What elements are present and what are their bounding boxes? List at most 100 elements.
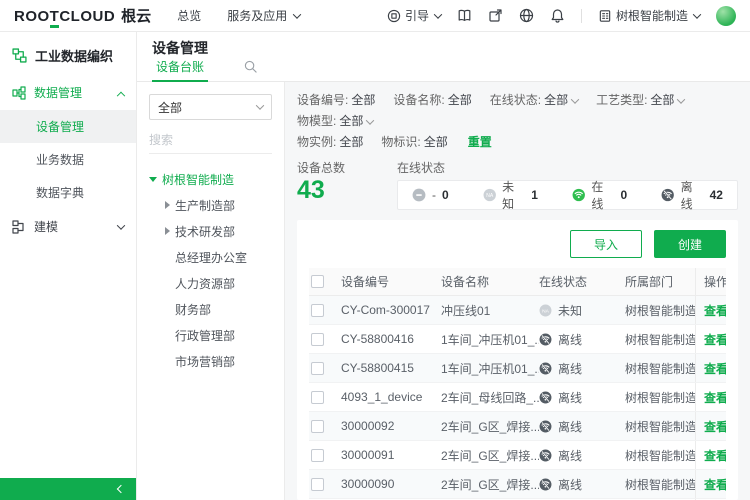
- cell-status: 离线: [539, 447, 625, 464]
- row-checkbox[interactable]: [311, 333, 324, 346]
- nav-overview[interactable]: 总览: [177, 7, 201, 24]
- docs-button[interactable]: [457, 8, 472, 23]
- cell-device-name: 2车间_G区_焊接...: [441, 447, 539, 464]
- user-avatar[interactable]: [716, 6, 736, 26]
- status-offline-icon: [661, 188, 674, 202]
- cell-status: 离线: [539, 418, 625, 435]
- device-total: 设备总数 43: [297, 159, 397, 204]
- workspace-button[interactable]: [488, 8, 503, 23]
- filter-item[interactable]: 物标识:全部: [381, 135, 447, 149]
- status-online-icon: [572, 188, 585, 202]
- status-offline-icon: [539, 333, 552, 346]
- chevron-down-icon: [256, 101, 264, 109]
- sidebar-item-business-data[interactable]: 业务数据: [0, 143, 136, 176]
- sidebar-item-data-dictionary[interactable]: 数据字典: [0, 176, 136, 209]
- sidebar-collapse-bar[interactable]: [0, 478, 136, 500]
- row-checkbox[interactable]: [311, 304, 324, 317]
- view-link[interactable]: 查看: [704, 331, 726, 348]
- status-offline-icon: [539, 391, 552, 404]
- stats-row: 设备总数 43 在线状态 -0NA未知1在线0离线42: [297, 159, 738, 210]
- guide-button[interactable]: 引导: [387, 7, 441, 24]
- table-row: CY-58800415 1车间_冲压机01_... 离线 树根智能制造 查看 ⋮: [309, 354, 726, 383]
- filter-row-2: 物实例:全部 物标识:全部 重置: [297, 132, 738, 153]
- svg-text:NA: NA: [542, 308, 550, 314]
- svg-text:NA: NA: [486, 193, 494, 199]
- filter-dropdown[interactable]: 在线状态:全部: [490, 93, 578, 107]
- tree-search-input[interactable]: [149, 133, 304, 147]
- create-button[interactable]: 创建: [654, 230, 726, 258]
- toolbar: 导入 创建: [309, 230, 726, 258]
- rootcloud-logo[interactable]: ROOTCLOUD 根云: [14, 5, 151, 26]
- nav-services-menu[interactable]: 服务及应用: [227, 7, 300, 24]
- import-button[interactable]: 导入: [570, 230, 642, 258]
- header-status: 在线状态: [539, 273, 625, 290]
- view-link[interactable]: 查看: [704, 418, 726, 435]
- filter-dropdown[interactable]: 物模型:全部: [297, 114, 373, 128]
- language-button[interactable]: [519, 8, 534, 23]
- cell-status: NA未知: [539, 302, 625, 319]
- cell-department: 树根智能制造: [625, 331, 695, 348]
- status-legend: -0NA未知1在线0离线42: [397, 180, 738, 210]
- filter-dropdown[interactable]: 工艺类型:全部: [596, 93, 684, 107]
- cell-department: 树根智能制造: [625, 418, 695, 435]
- header-device-name: 设备名称: [441, 273, 539, 290]
- chevron-down-icon: [677, 95, 685, 103]
- status-dash-icon: [412, 188, 426, 202]
- tab-search-icon[interactable]: [244, 60, 257, 81]
- device-total-count: 43: [297, 176, 397, 204]
- view-link[interactable]: 查看: [704, 360, 726, 377]
- select-all-checkbox[interactable]: [311, 275, 324, 288]
- row-checkbox[interactable]: [311, 362, 324, 375]
- view-link[interactable]: 查看: [704, 476, 726, 493]
- tree-node[interactable]: 生产制造部: [149, 192, 272, 218]
- sidebar-item-device-management[interactable]: 设备管理: [0, 110, 136, 143]
- cell-device-name: 2车间_G区_焊接...: [441, 476, 539, 493]
- cell-device-no: 30000090: [341, 477, 441, 491]
- view-link[interactable]: 查看: [704, 302, 726, 319]
- tree-node[interactable]: 人力资源部: [149, 270, 272, 296]
- cell-department: 树根智能制造: [625, 476, 695, 493]
- sidebar-group-data-management[interactable]: 数据管理: [0, 75, 136, 110]
- cell-device-no: 4093_1_device: [341, 390, 441, 404]
- caret-down-icon: [149, 177, 157, 182]
- top-navbar: ROOTCLOUD 根云 总览 服务及应用 引导: [0, 0, 750, 32]
- cell-actions: 查看 ⋮: [695, 412, 726, 440]
- row-checkbox[interactable]: [311, 478, 324, 491]
- group-filter-select[interactable]: 全部: [149, 94, 272, 120]
- tree-node[interactable]: 财务部: [149, 296, 272, 322]
- filter-item[interactable]: 设备名称:全部: [393, 93, 471, 107]
- status-legend-unknown: NA未知1: [483, 178, 538, 212]
- cell-device-name: 冲压线01: [441, 302, 539, 319]
- tree-node[interactable]: 总经理办公室: [149, 244, 272, 270]
- filter-item[interactable]: 设备编号:全部: [297, 93, 375, 107]
- row-checkbox[interactable]: [311, 391, 324, 404]
- cell-device-no: 30000092: [341, 419, 441, 433]
- notifications-button[interactable]: [550, 8, 565, 23]
- tree-node[interactable]: 行政管理部: [149, 322, 272, 348]
- cell-actions: 查看 ⋮: [695, 470, 726, 498]
- bell-icon: [550, 8, 565, 23]
- filter-item[interactable]: 物实例:全部: [297, 135, 363, 149]
- table-row: 30000091 2车间_G区_焊接... 离线 树根智能制造 查看 ⋮: [309, 441, 726, 470]
- status-unknown-icon: NA: [483, 188, 496, 202]
- table-row: 30000090 2车间_G区_焊接... 离线 树根智能制造 查看 ⋮: [309, 470, 726, 499]
- org-tree-panel: 全部 树根智能制造生产制造部技术研发部总经理办公室人力资源部财务部行政管理部市场…: [137, 82, 285, 500]
- cell-department: 树根智能制造: [625, 302, 695, 319]
- sidebar-group-modeling[interactable]: 建模: [0, 209, 136, 244]
- tree-node[interactable]: 市场营销部: [149, 348, 272, 374]
- status-unknown-icon: NA: [539, 304, 552, 317]
- organization-icon: [598, 9, 612, 23]
- row-checkbox[interactable]: [311, 449, 324, 462]
- view-link[interactable]: 查看: [704, 447, 726, 464]
- tab-device-ledger[interactable]: 设备台账: [152, 58, 208, 82]
- cell-actions: 查看 ⋮: [695, 383, 726, 411]
- view-link[interactable]: 查看: [704, 389, 726, 406]
- org-switcher[interactable]: 树根智能制造: [598, 7, 700, 24]
- cell-department: 树根智能制造: [625, 360, 695, 377]
- table-header: 设备编号 设备名称 在线状态 所属部门 操作: [309, 268, 726, 296]
- logo-cn-text: 根云: [121, 5, 151, 26]
- row-checkbox[interactable]: [311, 420, 324, 433]
- tree-node[interactable]: 树根智能制造: [149, 166, 272, 192]
- tree-node[interactable]: 技术研发部: [149, 218, 272, 244]
- reset-filters-button[interactable]: 重置: [468, 135, 492, 149]
